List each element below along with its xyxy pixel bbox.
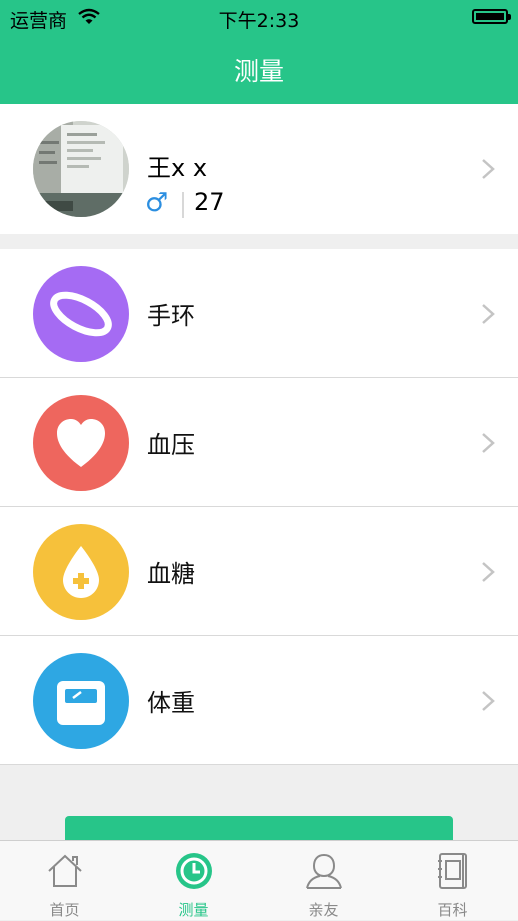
profile-row[interactable]: 王x x ♂ 27 (0, 104, 518, 234)
tab-label: 百科 (437, 901, 468, 919)
clock-icon (175, 853, 212, 889)
menu-item-label: 体重 (147, 689, 195, 717)
menu-item-blood-pressure[interactable]: 血压 (0, 378, 518, 507)
chevron-right-icon (482, 691, 495, 711)
menu-item-label: 手环 (147, 302, 195, 330)
tab-bar: 首页 测量 亲友 百科 (0, 840, 518, 920)
tab-measure[interactable]: 测量 (129, 841, 258, 921)
menu-item-label: 血糖 (147, 560, 195, 588)
chevron-right-icon (482, 159, 495, 179)
person-icon (305, 853, 342, 889)
navigation-bar: 测量 (0, 34, 518, 104)
menu-item-band[interactable]: 手环 (0, 249, 518, 378)
book-icon (437, 853, 467, 889)
page-title: 测量 (233, 57, 284, 86)
chevron-right-icon (482, 304, 495, 324)
menu-item-blood-sugar[interactable]: 血糖 (0, 507, 518, 636)
tab-label: 亲友 (308, 901, 339, 919)
home-icon (47, 854, 82, 887)
battery-icon (472, 9, 511, 24)
menu-item-label: 血压 (147, 431, 195, 459)
avatar-photo-icon (33, 121, 129, 217)
measurement-list: 手环 血压 血糖 体重 (0, 249, 518, 765)
tab-encyclopedia[interactable]: 百科 (388, 841, 517, 921)
chevron-right-icon (482, 433, 495, 453)
chevron-right-icon (482, 562, 495, 582)
tab-home[interactable]: 首页 (0, 841, 129, 921)
tab-friends[interactable]: 亲友 (259, 841, 388, 921)
divider (182, 192, 184, 218)
tab-label: 首页 (49, 901, 80, 919)
status-time: 下午2:33 (218, 10, 300, 32)
avatar[interactable] (33, 121, 129, 217)
profile-age: 27 (194, 188, 225, 216)
tab-label: 测量 (178, 901, 209, 919)
drop-icon (33, 524, 129, 620)
band-icon (33, 266, 129, 362)
menu-item-weight[interactable]: 体重 (0, 636, 518, 765)
heart-icon (33, 395, 129, 491)
status-bar: 运营商 下午2:33 (0, 0, 518, 34)
profile-name: 王x x (147, 154, 208, 182)
male-icon: ♂ (145, 188, 169, 218)
scale-icon (33, 653, 129, 749)
